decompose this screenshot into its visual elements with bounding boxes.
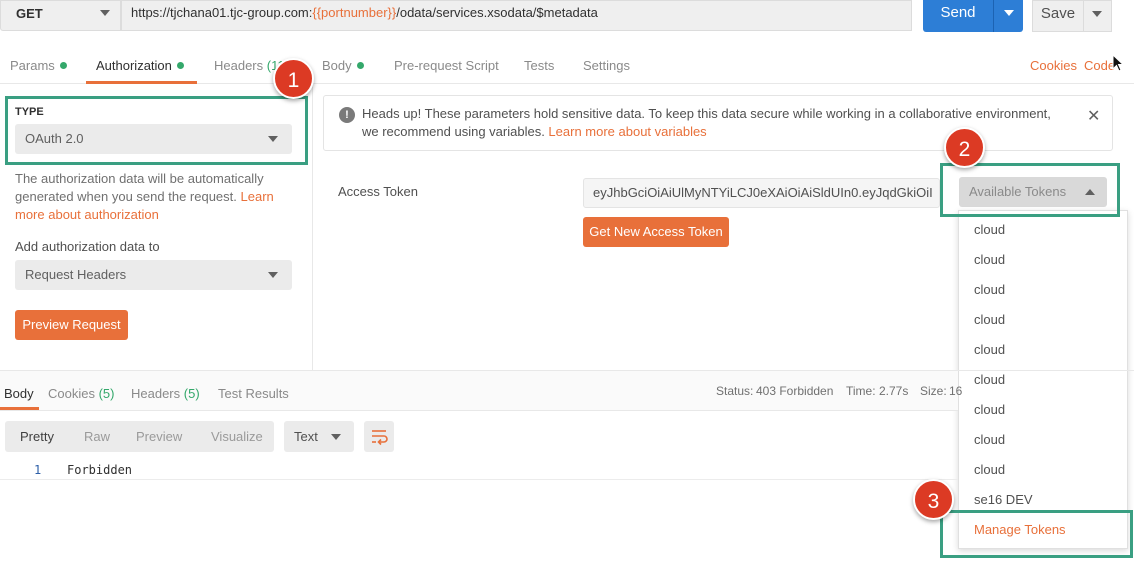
token-option[interactable]: cloud (974, 222, 1005, 237)
step-badge-1: 1 (273, 58, 314, 99)
tab-pre-request-script[interactable]: Pre-request Script (394, 58, 499, 73)
preview-request-button[interactable]: Preview Request (15, 310, 128, 340)
method-value: GET (16, 6, 43, 21)
mouse-cursor-icon (1112, 54, 1125, 72)
active-tab-indicator (86, 81, 197, 84)
access-token-value: eyJhbGciOiAiUlMyNTYiLCJ0eXAiOiAiSldUIn0.… (593, 185, 933, 200)
token-option[interactable]: cloud (974, 342, 1005, 357)
auth-description: The authorization data will be automatic… (15, 170, 277, 224)
size-value: 16 (949, 384, 963, 398)
token-option[interactable]: se16 DEV (974, 492, 1033, 507)
status-label: Status: (716, 384, 754, 398)
token-option[interactable]: cloud (974, 372, 1005, 387)
tab-count: (5) (183, 386, 200, 401)
step-badge-2: 2 (944, 127, 985, 168)
view-raw[interactable]: Raw (84, 429, 110, 444)
tab-label: Cookies (48, 386, 95, 401)
view-visualize[interactable]: Visualize (211, 429, 263, 444)
chevron-down-icon (1004, 10, 1014, 16)
size-label: Size: (920, 384, 947, 398)
get-new-access-token-button[interactable]: Get New Access Token (583, 217, 729, 247)
highlight-box-available-tokens (940, 163, 1120, 217)
line-number: 1 (34, 463, 42, 477)
save-button[interactable]: Save (1032, 0, 1084, 32)
divider (312, 84, 313, 370)
response-tab-body[interactable]: Body (4, 386, 34, 401)
send-options-button[interactable] (993, 0, 1023, 32)
token-option[interactable]: cloud (974, 432, 1005, 447)
response-tab-headers[interactable]: Headers (5) (131, 386, 200, 401)
chevron-down-icon (268, 272, 278, 278)
view-preview[interactable]: Preview (136, 429, 182, 444)
url-prefix: https://tjchana01.tjc-group.com: (131, 5, 313, 20)
tab-label: Body (322, 58, 352, 73)
response-body-text: Forbidden (67, 463, 133, 477)
add-auth-value: Request Headers (25, 267, 127, 282)
chevron-down-icon (331, 434, 341, 440)
learn-more-variables-link[interactable]: Learn more about variables (548, 124, 706, 139)
send-button[interactable]: Send (923, 0, 993, 32)
format-value: Text (294, 429, 318, 444)
wrap-icon (372, 430, 388, 446)
status-value: 403 Forbidden (756, 384, 834, 398)
tab-tests[interactable]: Tests (524, 58, 554, 73)
tab-label: Authorization (96, 58, 172, 73)
token-option[interactable]: cloud (974, 402, 1005, 417)
add-auth-to-select[interactable]: Request Headers (15, 260, 292, 290)
url-suffix: /odata/services.xsodata/$metadata (396, 5, 598, 20)
step-badge-3: 3 (913, 479, 954, 520)
chevron-down-icon (1092, 11, 1102, 17)
highlight-box-manage-tokens (940, 510, 1133, 558)
wrap-lines-button[interactable] (364, 421, 394, 452)
cookies-link[interactable]: Cookies (1030, 58, 1077, 73)
view-pretty[interactable]: Pretty (20, 429, 54, 444)
tab-label: Headers (131, 386, 181, 401)
tokens-dropdown: cloud cloud cloud cloud cloud cloud clou… (958, 210, 1128, 549)
close-icon[interactable]: ✕ (1087, 106, 1100, 126)
add-auth-label: Add authorization data to (15, 239, 160, 254)
save-options-button[interactable] (1084, 0, 1112, 32)
token-option[interactable]: cloud (974, 312, 1005, 327)
tab-count: (5) (98, 386, 115, 401)
time-value: 2.77s (879, 384, 909, 398)
response-tab-cookies[interactable]: Cookies (5) (48, 386, 114, 401)
url-text[interactable]: https://tjchana01.tjc-group.com:{{portnu… (131, 5, 598, 20)
tab-authorization[interactable]: Authorization (96, 58, 184, 73)
format-select[interactable]: Text (284, 421, 354, 452)
divider (0, 479, 958, 480)
tab-settings[interactable]: Settings (583, 58, 630, 73)
url-variable: {{portnumber}} (312, 5, 397, 20)
tab-body[interactable]: Body (322, 58, 364, 73)
response-tab-test-results[interactable]: Test Results (218, 386, 289, 401)
auth-description-text: The authorization data will be automatic… (15, 171, 264, 204)
time-label: Time: (846, 384, 876, 398)
token-option[interactable]: cloud (974, 252, 1005, 267)
token-option[interactable]: cloud (974, 282, 1005, 297)
highlight-box-type (5, 96, 308, 165)
info-icon: ! (339, 107, 355, 123)
status-dot-icon (59, 62, 67, 69)
tab-params[interactable]: Params (10, 58, 67, 73)
tab-label: Headers (214, 58, 264, 73)
tab-label: Params (10, 58, 55, 73)
status-dot-icon (176, 62, 184, 69)
status-dot-icon (356, 62, 364, 69)
access-token-label: Access Token (338, 184, 418, 199)
token-option[interactable]: cloud (974, 462, 1005, 477)
divider (0, 410, 958, 411)
chevron-down-icon[interactable] (100, 10, 110, 16)
